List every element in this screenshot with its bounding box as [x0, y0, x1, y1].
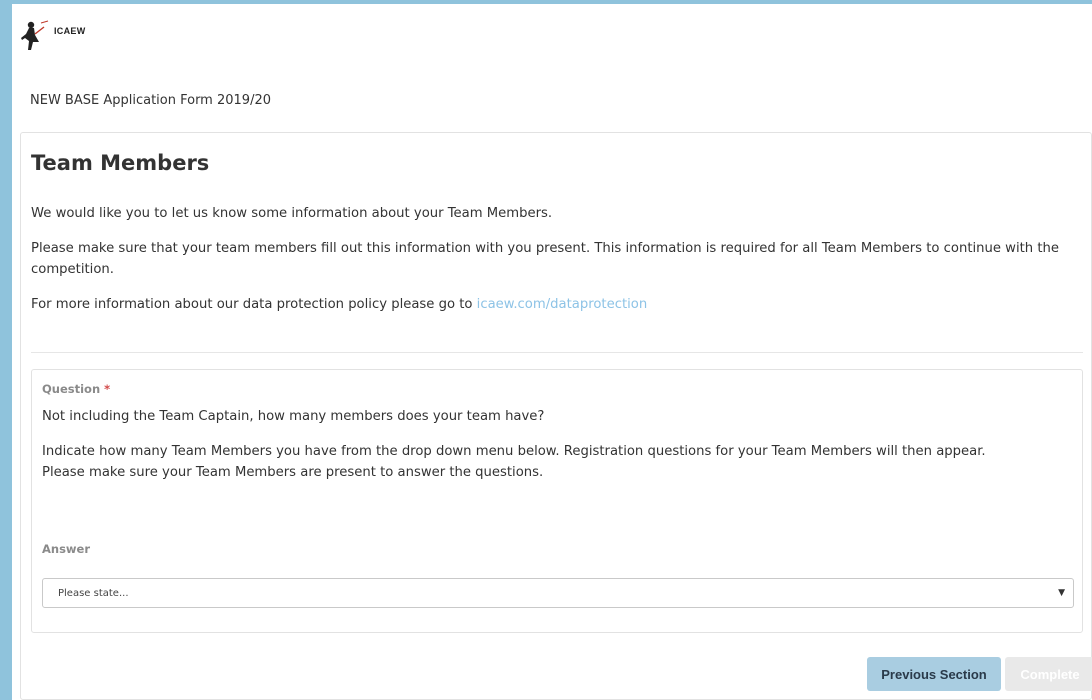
- section-intro: We would like you to let us know some in…: [31, 203, 1071, 329]
- section-heading: Team Members: [31, 151, 210, 175]
- question-line: Please make sure your Team Members are p…: [42, 465, 544, 480]
- intro-paragraph: Please make sure that your team members …: [31, 241, 1059, 277]
- intro-paragraph: For more information about our data prot…: [31, 294, 1071, 315]
- team-size-select[interactable]: Please state... ▼: [42, 578, 1074, 608]
- question-panel: Question * Not including the Team Captain…: [31, 369, 1083, 633]
- chevron-down-icon: ▼: [1058, 588, 1065, 598]
- intro-paragraph: We would like you to let us know some in…: [31, 206, 553, 221]
- select-value: Please state...: [58, 587, 129, 599]
- section-card: Team Members We would like you to let us…: [20, 132, 1092, 700]
- logo-figure-icon: [21, 20, 49, 50]
- complete-button[interactable]: Complete: [1005, 657, 1092, 691]
- data-protection-text: For more information about our data prot…: [31, 297, 477, 312]
- question-line: Indicate how many Team Members you have …: [42, 444, 986, 459]
- question-line: Not including the Team Captain, how many…: [42, 409, 545, 424]
- icaew-logo[interactable]: ICAEW: [20, 20, 86, 52]
- logo-text: ICAEW: [54, 26, 86, 36]
- page: ICAEW NEW BASE Application Form 2019/20 …: [12, 4, 1092, 700]
- question-text: Not including the Team Captain, how many…: [42, 406, 1072, 483]
- answer-label: Answer: [42, 542, 91, 556]
- previous-section-button[interactable]: Previous Section: [867, 657, 1001, 691]
- question-label-text: Question: [42, 382, 101, 396]
- divider: [31, 352, 1083, 353]
- question-label: Question *: [42, 382, 110, 396]
- form-title: NEW BASE Application Form 2019/20: [30, 93, 271, 108]
- data-protection-link[interactable]: icaew.com/dataprotection: [477, 297, 648, 312]
- required-marker: *: [104, 382, 111, 396]
